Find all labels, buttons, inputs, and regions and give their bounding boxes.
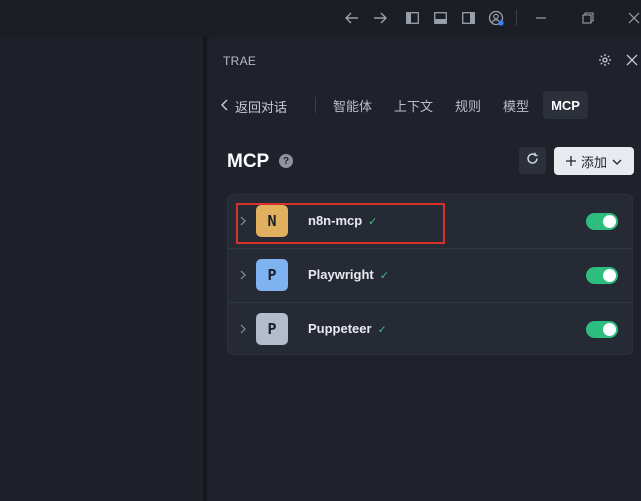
tab-context[interactable]: 上下文: [386, 91, 441, 119]
chevron-right-icon[interactable]: [238, 268, 248, 282]
toggle-right-panel-icon[interactable]: [458, 8, 478, 28]
list-item[interactable]: N n8n-mcp ✓: [228, 195, 632, 248]
server-name-row: Playwright ✓: [308, 267, 389, 282]
help-icon[interactable]: ?: [279, 154, 293, 168]
server-avatar: N: [256, 205, 288, 237]
arrow-left-icon[interactable]: [342, 8, 362, 28]
panel-title: TRAE: [223, 54, 257, 68]
editor-area: [0, 37, 203, 501]
account-icon[interactable]: [486, 8, 506, 28]
add-server-button[interactable]: 添加: [554, 147, 634, 175]
chevron-right-icon[interactable]: [238, 214, 248, 228]
tab-mcp[interactable]: MCP: [543, 91, 588, 119]
server-avatar: P: [256, 313, 288, 345]
page-title: MCP: [227, 151, 270, 172]
tab-models[interactable]: 模型: [495, 91, 537, 119]
back-label: 返回对话: [235, 99, 288, 115]
server-name-row: n8n-mcp ✓: [308, 213, 377, 228]
nav-divider: [315, 97, 316, 113]
chevron-down-icon: [612, 154, 622, 169]
server-enable-toggle[interactable]: [586, 321, 618, 338]
mcp-server-list: N n8n-mcp ✓ P Playwright ✓ P Puppeteer ✓: [227, 194, 633, 355]
add-label: 添加: [580, 154, 607, 170]
server-name: Playwright: [308, 267, 374, 282]
back-to-chat-link[interactable]: 返回对话: [221, 97, 287, 115]
minimize-icon[interactable]: [531, 8, 551, 28]
status-check-icon: ✓: [377, 324, 387, 336]
plus-icon: [565, 154, 576, 169]
status-check-icon: ✓: [368, 216, 378, 228]
chevron-right-icon[interactable]: [238, 322, 248, 336]
gear-icon[interactable]: [596, 51, 614, 69]
list-item[interactable]: P Puppeteer ✓: [228, 303, 632, 356]
restore-icon[interactable]: [578, 8, 598, 28]
arrow-right-icon[interactable]: [370, 8, 390, 28]
server-avatar: P: [256, 259, 288, 291]
server-enable-toggle[interactable]: [586, 267, 618, 284]
refresh-icon: [526, 152, 539, 170]
toggle-left-panel-icon[interactable]: [402, 8, 422, 28]
server-name: n8n-mcp: [308, 213, 363, 228]
tab-rules[interactable]: 规则: [447, 91, 489, 119]
titlebar-divider: [516, 10, 517, 26]
server-name-row: Puppeteer ✓: [308, 321, 387, 336]
server-name: Puppeteer: [308, 321, 372, 336]
close-icon[interactable]: [624, 8, 641, 28]
close-panel-icon[interactable]: [623, 51, 641, 69]
mcp-side-panel: TRAE 返回对话 智能体 上下文 规则 模型 MCP MCP ? 添加 N n…: [207, 37, 641, 501]
refresh-button[interactable]: [519, 147, 546, 174]
chevron-left-icon: [221, 99, 229, 114]
list-item[interactable]: P Playwright ✓: [228, 249, 632, 302]
server-enable-toggle[interactable]: [586, 213, 618, 230]
status-check-icon: ✓: [379, 270, 389, 282]
settings-tabs: 智能体 上下文 规则 模型 MCP: [325, 91, 588, 119]
title-bar: [0, 0, 641, 36]
toggle-bottom-panel-icon[interactable]: [430, 8, 450, 28]
tab-agents[interactable]: 智能体: [325, 91, 380, 119]
